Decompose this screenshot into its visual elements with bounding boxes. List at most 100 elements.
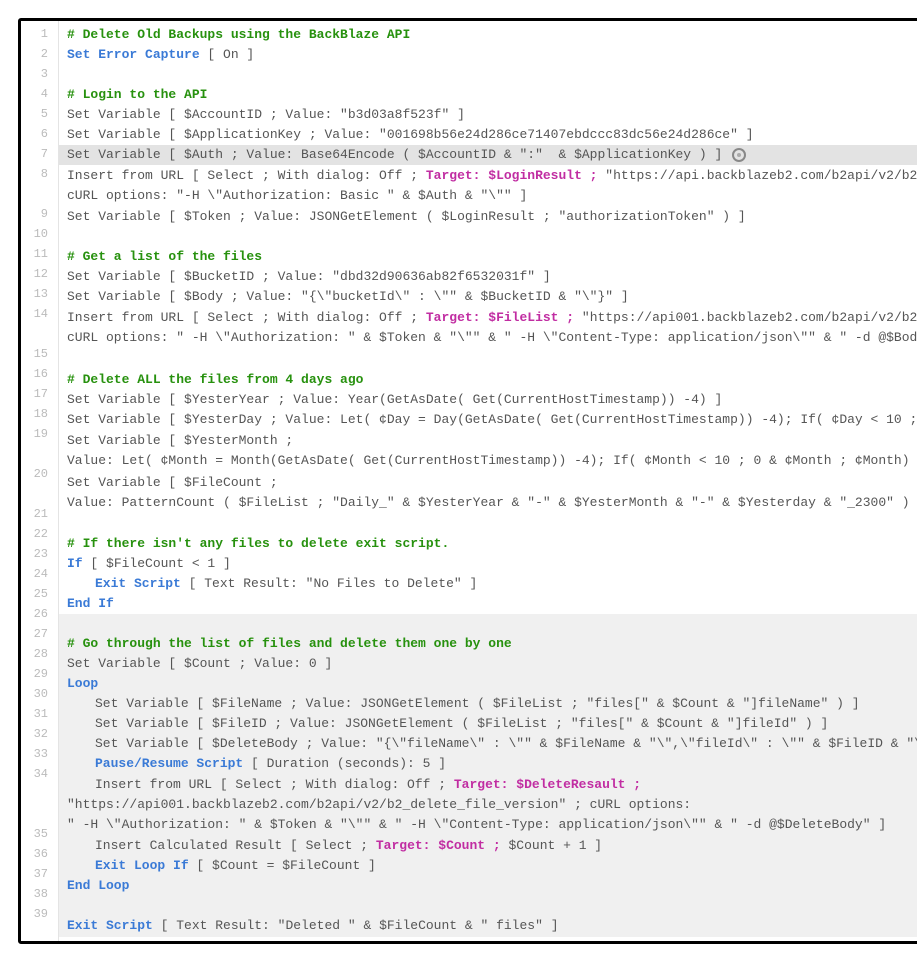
code-line[interactable]: # Login to the API [59,85,917,105]
code-line[interactable]: Set Variable [ $DeleteBody ; Value: "{\"… [59,734,917,754]
line-number: 15 [21,345,58,365]
keyword-text: Pause/Resume Script [95,754,243,774]
code-line[interactable]: # If there isn't any files to delete exi… [59,534,917,554]
code-line[interactable]: # Delete ALL the files from 4 days ago [59,370,917,390]
code-text: $Count + 1 ] [501,837,610,857]
text-cursor-icon [732,148,746,162]
code-line[interactable]: # Get a list of the files [59,247,917,267]
keyword-text: End If [67,594,114,614]
editor[interactable]: 12345678 91011121314 1516171819 20 21222… [21,21,917,941]
line-number: 24 [21,565,58,585]
line-number: 11 [21,245,58,265]
comment-text: # Get a list of the files [67,247,262,267]
code-text: Set Variable [ $Auth ; Value: Base64Enco… [67,145,730,165]
line-number: 4 [21,85,58,105]
keyword-text: If [67,554,83,574]
code-text: Set Variable [ $Count ; Value: 0 ] [67,654,340,674]
line-number: 27 [21,625,58,645]
code-line[interactable]: Set Variable [ $YesterDay ; Value: Let( … [59,410,917,430]
code-text: Set Variable [ $YesterDay ; Value: Let( … [67,410,917,430]
code-text: Set Variable [ $Body ; Value: "{\"bucket… [67,287,637,307]
line-number: 20 [21,465,58,485]
code-line[interactable]: Set Variable [ $FileName ; Value: JSONGe… [59,694,917,714]
code-line[interactable]: Loop [59,674,917,694]
line-number: 36 [21,845,58,865]
code-text: Insert from URL [ Select ; With dialog: … [95,777,454,792]
code-line[interactable]: Pause/Resume Script [ Duration (seconds)… [59,754,917,774]
code-line[interactable] [59,897,917,917]
code-line[interactable]: Set Variable [ $ApplicationKey ; Value: … [59,125,917,145]
code-line[interactable]: # Go through the list of files and delet… [59,634,917,654]
code-text: Set Variable [ $YesterYear ; Value: Year… [67,390,730,410]
code-line[interactable]: Insert Calculated Result [ Select ; Targ… [59,837,917,857]
code-line[interactable]: Insert from URL [ Select ; With dialog: … [59,165,917,207]
comment-text: # Go through the list of files and delet… [67,634,512,654]
code-line[interactable]: Set Variable [ $YesterMonth ; Value: Let… [59,430,917,472]
code-area[interactable]: # Delete Old Backups using the BackBlaze… [59,21,917,941]
code-text: Insert from URL [ Select ; With dialog: … [67,310,426,325]
line-number: 22 [21,525,58,545]
comment-text: # Delete Old Backups using the BackBlaze… [67,25,410,45]
code-text: Set Variable [ $ApplicationKey ; Value: … [67,125,761,145]
code-line[interactable]: Set Variable [ $FileID ; Value: JSONGetE… [59,714,917,734]
code-text: Set Variable [ $FileID ; Value: JSONGetE… [95,714,836,734]
line-number: 33 [21,745,58,765]
code-line[interactable]: Set Variable [ $FileCount ; Value: Patte… [59,472,917,514]
code-line[interactable]: Set Variable [ $Count ; Value: 0 ] [59,654,917,674]
code-text: Insert from URL [ Select ; With dialog: … [67,168,426,183]
line-number: 5 [21,105,58,125]
line-number-gutter: 12345678 91011121314 1516171819 20 21222… [21,21,59,941]
code-line[interactable]: Set Error Capture [ On ] [59,45,917,65]
line-number: 39 [21,905,58,925]
line-number: 12 [21,265,58,285]
code-text: Insert Calculated Result [ Select ; [95,837,376,857]
code-line[interactable]: End Loop [59,877,917,897]
target-text: Target: $FileList ; [426,310,574,325]
code-line[interactable]: # Delete Old Backups using the BackBlaze… [59,25,917,45]
line-number-continuation [21,445,58,465]
code-line[interactable]: Exit Loop If [ $Count = $FileCount ] [59,857,917,877]
code-line[interactable]: Exit Script [ Text Result: "No Files to … [59,574,917,594]
line-number: 19 [21,425,58,445]
code-text: Set Variable [ $FileCount ; Value: Patte… [67,475,917,510]
code-line[interactable]: Set Variable [ $Body ; Value: "{\"bucket… [59,287,917,307]
line-number: 18 [21,405,58,425]
code-line[interactable]: End If [59,594,917,614]
line-number: 28 [21,645,58,665]
code-line[interactable] [59,227,917,247]
keyword-text: Loop [67,674,98,694]
line-number: 14 [21,305,58,325]
line-number: 25 [21,585,58,605]
code-line[interactable]: Set Variable [ $Token ; Value: JSONGetEl… [59,207,917,227]
code-text: [ $FileCount < 1 ] [83,554,239,574]
line-number: 32 [21,725,58,745]
code-line[interactable]: Set Variable [ $AccountID ; Value: "b3d0… [59,105,917,125]
line-number: 6 [21,125,58,145]
code-line[interactable]: Set Variable [ $BucketID ; Value: "dbd32… [59,267,917,287]
code-line[interactable] [59,514,917,534]
line-number-continuation [21,185,58,205]
code-text: Set Variable [ $FileName ; Value: JSONGe… [95,694,867,714]
line-number: 9 [21,205,58,225]
script-editor-window: 12345678 91011121314 1516171819 20 21222… [18,18,917,944]
code-line[interactable]: If [ $FileCount < 1 ] [59,554,917,574]
code-line[interactable]: Set Variable [ $Auth ; Value: Base64Enco… [59,145,917,165]
code-text: [ Text Result: "Deleted " & $FileCount &… [153,917,566,937]
code-text: Set Variable [ $BucketID ; Value: "dbd32… [67,267,558,287]
code-text: [ Duration (seconds): 5 ] [243,754,454,774]
line-number: 30 [21,685,58,705]
line-number-continuation [21,785,58,805]
line-number: 23 [21,545,58,565]
code-line[interactable]: Set Variable [ $YesterYear ; Value: Year… [59,390,917,410]
code-line[interactable] [59,65,917,85]
code-line[interactable]: Insert from URL [ Select ; With dialog: … [59,307,917,349]
code-line[interactable] [59,350,917,370]
code-text: [ $Count = $FileCount ] [189,857,384,877]
code-line[interactable]: Insert from URL [ Select ; With dialog: … [59,774,917,836]
comment-text: # If there isn't any files to delete exi… [67,534,449,554]
code-line[interactable] [59,614,917,634]
keyword-text: Exit Loop If [95,857,189,877]
code-line[interactable]: Exit Script [ Text Result: "Deleted " & … [59,917,917,937]
keyword-text: Exit Script [95,574,181,594]
line-number: 10 [21,225,58,245]
